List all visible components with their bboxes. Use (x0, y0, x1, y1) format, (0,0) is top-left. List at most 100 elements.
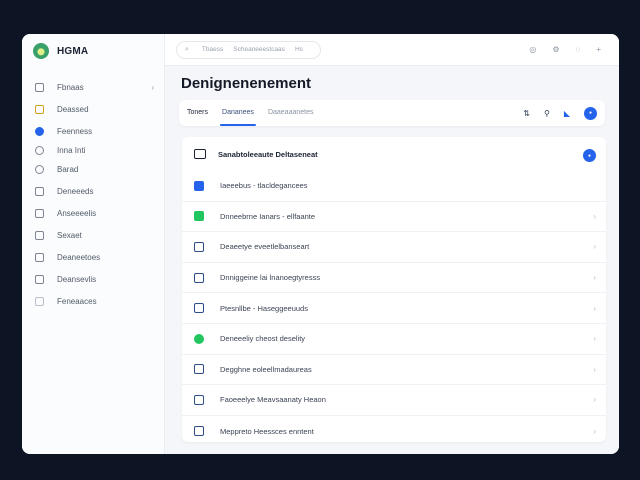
list-item-label: Deneeeliy cheost deselity (220, 334, 306, 344)
list-item-label: Meppreto Heessces enntent (220, 426, 314, 436)
list-item[interactable]: Faoeeelye Meavsaanaty Heaon › (182, 385, 606, 416)
list-item[interactable]: Degghne eoleellmadaureas › (182, 355, 606, 386)
sidebar-item-label: Fbnaas (57, 82, 84, 92)
sidebar-item[interactable]: Barad (22, 158, 164, 180)
sidebar-item-label: Deansevlis (57, 274, 97, 284)
sort-icon[interactable]: ⇅ (523, 109, 530, 118)
sidebar-item-label: Feenness (57, 126, 93, 136)
sidebar-item-label: Deassed (57, 104, 89, 114)
sidebar-item-label: Deneeeds (57, 186, 94, 196)
folder-icon (35, 208, 44, 218)
search-input[interactable]: ⌕ Tbaess Scheaneeestcaas Hs (176, 40, 321, 59)
plus-icon: ● (588, 110, 593, 116)
chart-icon (194, 303, 204, 314)
search-scope: Tbaess (201, 46, 224, 53)
sidebar-item[interactable]: Feneaaces (22, 290, 164, 312)
chevron-right-icon: › (593, 242, 596, 252)
filter-icon[interactable]: ⚲ (544, 109, 550, 118)
gear-icon[interactable]: ⚙ (552, 45, 559, 54)
list-item[interactable]: Ptesnllbe - Haseggeeuuds › (182, 293, 606, 324)
globe-icon (35, 126, 44, 136)
list-header: Sanabtoleeaute Deltaseneat ● (182, 137, 606, 171)
tab-bar: Toners Dananees Daaeaaanetes ⇅ ⚲ ◣ ● (179, 100, 605, 126)
dashboard-icon (35, 82, 44, 92)
chevron-right-icon: › (593, 211, 596, 221)
list-item[interactable]: Deneeeliy cheost deselity › (182, 324, 606, 355)
chevron-right-icon: › (593, 395, 596, 405)
sidebar-item-label: Deaneetoes (57, 252, 101, 262)
list-item-label: Dnniggeine lai lnanoegtyresss (220, 273, 321, 283)
list-item-label: Ptesnllbe - Haseggeeuuds (220, 303, 308, 313)
add-button[interactable]: ● (584, 106, 597, 120)
circle-icon (194, 333, 204, 344)
topbar-actions: ◎ ⚙ ◌ + (529, 45, 619, 54)
monitor-icon (194, 149, 206, 159)
chart-icon (35, 274, 44, 284)
list-item-label: Dnneebrne Ianars - ellfaante (220, 211, 316, 221)
bookmark-icon[interactable]: ◣ (564, 109, 570, 118)
app-window: HGMA Fbnaas › Deassed Feenness Inna Inti … (22, 34, 619, 454)
sidebar-item-label: Sexaet (57, 230, 82, 240)
page-title: Denignenenement (181, 75, 312, 92)
sidebar-item[interactable]: Deansevlis (22, 268, 164, 290)
chevron-right-icon: › (593, 364, 596, 374)
sidebar-item[interactable]: Feenness (22, 120, 164, 142)
list-action-button[interactable]: ● (583, 149, 596, 162)
tab-2[interactable]: Daaeaaanetes (268, 100, 314, 126)
list-item[interactable]: Iaeeebus - tlacldegancees (182, 171, 606, 202)
chevron-right-icon: › (593, 303, 596, 313)
help-icon[interactable]: ◎ (529, 45, 536, 54)
document-icon (35, 296, 44, 306)
sidebar-item[interactable]: Inna Inti (22, 142, 164, 158)
chevron-right-icon: › (593, 273, 596, 283)
chevron-right-icon: › (151, 82, 154, 92)
list-item[interactable]: Meppreto Heessces enntent › (182, 416, 606, 447)
grid-icon (35, 252, 44, 262)
brand[interactable]: HGMA (22, 34, 164, 68)
notification-icon[interactable]: ◌ (576, 45, 581, 54)
chevron-right-icon: › (593, 426, 596, 436)
list-item[interactable]: Dnniggeine lai lnanoegtyresss › (182, 263, 606, 294)
list-item-label: Faoeeelye Meavsaanaty Heaon (220, 395, 326, 405)
sidebar-item-label: Anseeeelis (57, 208, 97, 218)
list-item[interactable]: Dnneebrne Ianars - ellfaante › (182, 202, 606, 233)
list-title: Sanabtoleeaute Deltaseneat (218, 149, 318, 159)
list-item-label: Degghne eoleellmadaureas (220, 364, 312, 374)
sidebar-nav: Fbnaas › Deassed Feenness Inna Inti Barad… (22, 76, 164, 312)
tab-actions: ⇅ ⚲ ◣ ● (523, 106, 605, 120)
tab-1[interactable]: Dananees (220, 100, 256, 126)
box-icon (35, 104, 44, 114)
tab-0[interactable]: Toners (187, 100, 208, 126)
sidebar-item-label: Barad (57, 164, 79, 174)
sidebar-item[interactable]: Sexaet (22, 224, 164, 246)
sidebar-item[interactable]: Deassed (22, 98, 164, 120)
check-icon (194, 211, 204, 222)
app-name: HGMA (57, 45, 89, 57)
search-icon: ⌕ (185, 45, 189, 53)
mail-icon (35, 230, 44, 240)
sidebar-item-label: Inna Inti (57, 145, 86, 155)
list-rows: Iaeeebus - tlacldegancees Dnneebrne Iana… (182, 171, 606, 446)
document-icon (194, 241, 204, 252)
logo-icon (33, 43, 49, 59)
dot-icon: ● (587, 152, 592, 159)
sidebar: HGMA Fbnaas › Deassed Feenness Inna Inti … (22, 34, 165, 454)
add-icon[interactable]: + (596, 45, 601, 54)
search-placeholder: Scheaneeestcaas (233, 46, 285, 53)
sidebar-item[interactable]: Deaneetoes (22, 246, 164, 268)
image-icon (194, 272, 204, 283)
calendar-icon (35, 186, 44, 196)
list-item[interactable]: Deaeetye eveetlelbanseart › (182, 232, 606, 263)
sidebar-item[interactable]: Fbnaas › (22, 76, 164, 98)
settings-list: Sanabtoleeaute Deltaseneat ● Iaeeebus - … (182, 137, 606, 442)
sidebar-item[interactable]: Anseeeelis (22, 202, 164, 224)
topbar: ⌕ Tbaess Scheaneeestcaas Hs ◎ ⚙ ◌ + (165, 34, 619, 66)
search-shortcut: Hs (294, 46, 303, 53)
settings-icon (35, 145, 44, 155)
calendar-icon (194, 180, 204, 191)
list-item-label: Iaeeebus - tlacldegancees (220, 181, 308, 191)
clock-icon (35, 164, 44, 174)
sidebar-item[interactable]: Deneeeds (22, 180, 164, 202)
alert-icon (194, 394, 204, 405)
main-panel: ⌕ Tbaess Scheaneeestcaas Hs ◎ ⚙ ◌ + Deni… (165, 34, 619, 454)
